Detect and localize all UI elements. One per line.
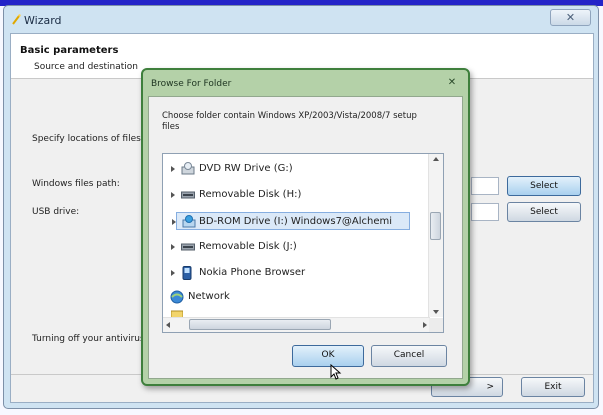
expand-arrow-icon[interactable] (171, 244, 175, 250)
expand-arrow-icon[interactable] (172, 219, 176, 225)
ok-button[interactable]: OK (292, 345, 364, 367)
header-title: Basic parameters (20, 45, 119, 56)
tree-item-label: Removable Disk (H:) (199, 189, 302, 200)
vertical-scrollbar[interactable] (428, 154, 443, 317)
usb-drive-label: USB drive: (32, 207, 80, 217)
next-arrow-icon: > (486, 382, 494, 392)
folder-tree[interactable]: DVD RW Drive (G:) Removable Disk (H:) BD… (162, 153, 444, 333)
exit-button[interactable]: Exit (521, 377, 585, 397)
vertical-scroll-thumb[interactable] (430, 212, 441, 240)
usb-drive-field[interactable] (471, 203, 499, 221)
tree-item-label: DVD RW Drive (G:) (199, 163, 293, 174)
dvd-drive-icon (181, 162, 195, 175)
tree-item-label: Nokia Phone Browser (199, 267, 306, 278)
windows-files-path-label: Windows files path: (32, 179, 120, 189)
wizard-wand-icon (12, 14, 21, 25)
header-subtitle: Source and destination (34, 62, 138, 72)
scroll-right-icon[interactable] (423, 322, 427, 328)
horizontal-scroll-thumb[interactable] (189, 319, 331, 330)
phone-icon (182, 266, 192, 280)
scroll-up-icon[interactable] (433, 157, 439, 161)
tree-item-network[interactable]: Network (163, 288, 425, 306)
horizontal-scrollbar[interactable] (163, 317, 430, 332)
windows-files-path-field[interactable] (471, 177, 499, 195)
tree-item-removable-disk-h[interactable]: Removable Disk (H:) (163, 186, 425, 204)
tree-item-label: Removable Disk (J:) (199, 241, 297, 252)
close-window-button[interactable]: ✕ (550, 9, 591, 26)
bd-rom-drive-icon (182, 215, 196, 228)
dialog-close-button[interactable]: ✕ (443, 76, 461, 90)
specify-locations-label: Specify locations of files a (32, 134, 150, 144)
select-usb-drive-button[interactable]: Select (507, 202, 581, 222)
removable-disk-icon (181, 243, 195, 251)
scrollbar-corner (429, 318, 443, 332)
expand-arrow-icon[interactable] (171, 166, 175, 172)
dialog-content: Choose folder contain Windows XP/2003/Vi… (148, 96, 463, 379)
antivirus-warning-label: Turning off your antivirus (32, 334, 145, 344)
browse-for-folder-dialog: Browse For Folder ✕ Choose folder contai… (141, 68, 470, 386)
removable-disk-icon (181, 191, 195, 199)
tree-item-label: BD-ROM Drive (I:) Windows7@Alchemi (199, 216, 393, 227)
dialog-title: Browse For Folder (151, 79, 232, 89)
tree-item-bd-rom-drive[interactable]: BD-ROM Drive (I:) Windows7@Alchemi (172, 212, 410, 230)
tree-item-nokia-phone-browser[interactable]: Nokia Phone Browser (163, 264, 425, 282)
tree-item-label: Network (188, 291, 230, 302)
network-icon (170, 290, 184, 304)
expand-arrow-icon[interactable] (171, 192, 175, 198)
scroll-down-icon[interactable] (433, 310, 439, 314)
scroll-left-icon[interactable] (166, 322, 170, 328)
window-title: Wizard (24, 14, 62, 27)
close-icon: ✕ (565, 11, 576, 24)
dialog-description: Choose folder contain Windows XP/2003/Vi… (162, 111, 417, 132)
select-windows-path-button[interactable]: Select (507, 176, 581, 196)
expand-arrow-icon[interactable] (171, 270, 175, 276)
cancel-button[interactable]: Cancel (371, 345, 447, 367)
mouse-cursor-icon (330, 364, 342, 380)
tree-item-dvd-rw-drive[interactable]: DVD RW Drive (G:) (163, 160, 425, 178)
close-icon: ✕ (447, 77, 457, 88)
tree-item-removable-disk-j[interactable]: Removable Disk (J:) (163, 238, 425, 256)
